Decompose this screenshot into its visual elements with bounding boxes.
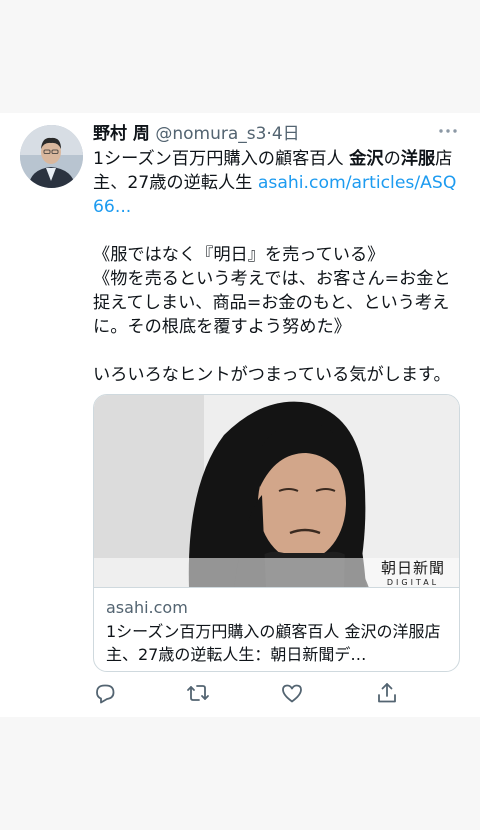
- reply-icon[interactable]: [93, 681, 117, 705]
- card-meta: asahi.com 1シーズン百万円購入の顧客百人 金沢の洋服店主、27歳の逆転…: [106, 596, 451, 666]
- link-preview-card[interactable]: 朝日新聞 DIGITAL asahi.com 1シーズン百万円購入の顧客百人 金…: [93, 394, 460, 672]
- card-title[interactable]: 1シーズン百万円購入の顧客百人 金沢の洋服店主、27歳の逆転人生：朝日新聞デ…: [106, 620, 451, 666]
- logo-main-text: 朝日新聞: [380, 559, 445, 577]
- user-handle[interactable]: @nomura_s3: [155, 124, 266, 144]
- tweet-actions: [93, 681, 453, 707]
- display-name[interactable]: 野村 周: [93, 124, 150, 144]
- card-domain: asahi.com: [106, 598, 188, 617]
- card-image[interactable]: 朝日新聞 DIGITAL: [94, 395, 459, 588]
- share-icon[interactable]: [375, 681, 399, 705]
- avatar[interactable]: [20, 125, 83, 188]
- logo-sub-text: DIGITAL: [386, 578, 440, 587]
- like-icon[interactable]: [280, 681, 304, 705]
- tweet-timestamp[interactable]: 4日: [272, 124, 300, 144]
- tweet-header: 野村 周 @nomura_s3·4日: [93, 121, 463, 147]
- tweet[interactable]: 野村 周 @nomura_s3·4日 1シーズン百万円購入の顧客百人 金沢の洋服…: [0, 113, 480, 717]
- tweet-text-rest: 《服ではなく『明日』を売っている》 《物を売るという考えでは、お客さん=お金と捉…: [93, 245, 451, 385]
- tweet-text-part: の: [383, 149, 401, 169]
- asahi-digital-logo: 朝日新聞 DIGITAL: [381, 557, 445, 587]
- tweet-text-highlight: 洋服: [400, 149, 436, 169]
- tweet-text-highlight: 金沢: [349, 149, 384, 169]
- retweet-icon[interactable]: [186, 681, 210, 705]
- tweet-text-part: 1シーズン百万円購入の顧客百人: [93, 149, 350, 169]
- tweet-text: 1シーズン百万円購入の顧客百人 金沢の洋服店主、27歳の逆転人生 asahi.c…: [93, 147, 463, 387]
- more-horizontal-icon[interactable]: [438, 121, 458, 141]
